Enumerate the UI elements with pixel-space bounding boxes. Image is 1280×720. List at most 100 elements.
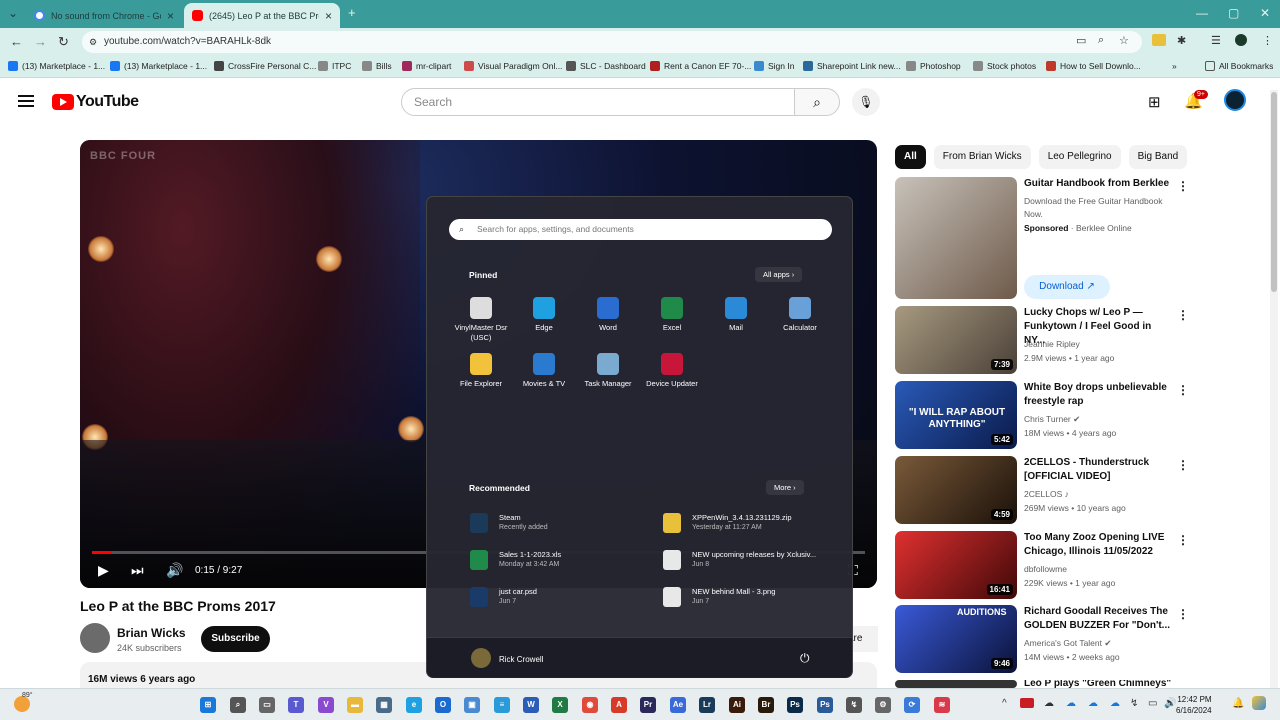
usb-icon[interactable]: ↯	[1130, 698, 1138, 709]
task-view-icon[interactable]: ▭	[259, 697, 275, 713]
excel-icon[interactable]: X	[552, 697, 568, 713]
edge-icon[interactable]: e	[406, 697, 422, 713]
recommended-video[interactable]: Leo P plays "Green Chimneys"	[895, 680, 1195, 688]
menu-icon[interactable]	[18, 95, 34, 107]
create-video-icon[interactable]: ⊞	[1148, 93, 1161, 111]
maximize-button[interactable]: ▢	[1228, 6, 1239, 20]
reload-button[interactable]: ↻	[58, 34, 69, 50]
play-icon[interactable]: ▶	[98, 562, 109, 579]
more-actions-icon[interactable]: ⋮	[1177, 533, 1189, 547]
visual-studio-icon[interactable]: V	[318, 697, 334, 713]
channel-name[interactable]: Jeannie Ripley	[1024, 339, 1174, 349]
bookmark-item[interactable]: CrossFire Personal C...	[214, 61, 316, 71]
volume-icon[interactable]: 🔊	[166, 562, 183, 579]
app-red-icon[interactable]: ≋	[934, 697, 950, 713]
pinned-app[interactable]: Mail	[704, 297, 768, 333]
pinned-app[interactable]: Word	[576, 297, 640, 333]
pinned-app[interactable]: VinylMaster Dsr (USC)	[449, 297, 513, 343]
tab-search-icon[interactable]: ⌄	[8, 6, 18, 20]
network-icon[interactable]: ▭	[1148, 698, 1157, 709]
photoshop-2-icon[interactable]: Ps	[817, 697, 833, 713]
recommended-item[interactable]: NEW behind Mall - 3.png Jun 7	[663, 587, 775, 607]
file-explorer-icon[interactable]: ▬	[347, 697, 363, 713]
more-actions-icon[interactable]: ⋮	[1177, 607, 1189, 621]
bookmark-item[interactable]: Bills	[362, 61, 392, 71]
site-info-icon[interactable]: ⚙	[89, 31, 97, 53]
channel-name[interactable]: dbfollowme	[1024, 564, 1174, 574]
notepad-icon[interactable]: ≡	[494, 697, 510, 713]
video-title[interactable]: 2CELLOS - Thunderstruck [OFFICIAL VIDEO]	[1024, 456, 1174, 484]
start-icon[interactable]: ⊞	[200, 697, 216, 713]
taskbar-clock[interactable]: 12:42 PM 6/16/2024	[1176, 694, 1212, 716]
url-field[interactable]: ⚙ youtube.com/watch?v=BARAHLk-8dk	[82, 31, 1142, 53]
cast-icon[interactable]: ▭	[1076, 34, 1086, 47]
video-thumbnail[interactable]: AUDITIONS 9:46	[895, 605, 1017, 673]
bookmark-item[interactable]: How to Sell Downlo...	[1046, 61, 1141, 71]
usb-icon[interactable]: ↯	[846, 697, 862, 713]
tab-close-icon[interactable]: ×	[325, 9, 332, 23]
more-actions-icon[interactable]: ⋮	[1177, 383, 1189, 397]
recommended-item[interactable]: NEW upcoming releases by Xclusiv... Jun 8	[663, 550, 816, 570]
all-bookmarks-button[interactable]: All Bookmarks	[1205, 61, 1273, 71]
new-tab-button[interactable]: +	[348, 5, 356, 20]
channel-name[interactable]: 2CELLOS ♪	[1024, 489, 1174, 499]
cloud-icon-2[interactable]: ☁	[1110, 698, 1120, 709]
more-actions-icon[interactable]: ⋮	[1177, 179, 1189, 193]
bookmark-item[interactable]: (13) Marketplace - 1...	[110, 61, 207, 71]
zoom-icon[interactable]: ⌕	[1098, 34, 1104, 47]
more-actions-icon[interactable]: ⋮	[1177, 308, 1189, 322]
youtube-logo[interactable]: YouTube	[52, 93, 139, 111]
close-window-button[interactable]: ✕	[1260, 6, 1270, 20]
pinned-app[interactable]: Edge	[512, 297, 576, 333]
illustrator-icon[interactable]: Ai	[729, 697, 745, 713]
search-button[interactable]: ⌕	[794, 88, 840, 116]
minimize-button[interactable]: —	[1196, 6, 1208, 20]
back-button[interactable]: ←	[10, 34, 23, 49]
more-button[interactable]: More ›	[766, 480, 804, 495]
account-avatar[interactable]	[1224, 89, 1246, 111]
channel-name[interactable]: Chris Turner ✔	[1024, 414, 1174, 425]
more-actions-icon[interactable]: ⋮	[1177, 458, 1189, 472]
pinned-app[interactable]: Device Updater	[640, 353, 704, 389]
video-thumbnail[interactable]: 4:59	[895, 456, 1017, 524]
forward-button[interactable]: →	[34, 34, 47, 49]
page-scrollbar[interactable]	[1270, 90, 1278, 690]
voice-search-button[interactable]: 🎙	[852, 88, 880, 116]
onedrive-icon[interactable]: ☁	[1044, 698, 1054, 709]
sync-icon[interactable]: ⟳	[904, 697, 920, 713]
pinned-app[interactable]: File Explorer	[449, 353, 513, 389]
user-name[interactable]: Rick Crowell	[499, 655, 543, 664]
download-button[interactable]: Download ↗	[1024, 275, 1110, 299]
tab-no-sound[interactable]: No sound from Chrome - Goo ×	[26, 3, 182, 28]
chrome-icon[interactable]: ◉	[582, 697, 598, 713]
search-input[interactable]: Search	[401, 88, 795, 116]
subscribe-button[interactable]: Subscribe	[201, 626, 270, 652]
bookmark-item[interactable]: Stock photos	[973, 61, 1036, 71]
video-title[interactable]: White Boy drops unbelievable freestyle r…	[1024, 381, 1174, 409]
photoshop-icon[interactable]: Ps	[787, 697, 803, 713]
video-thumbnail[interactable]: 16:41	[895, 531, 1017, 599]
bookmark-item[interactable]: SLC - Dashboard	[566, 61, 646, 71]
tab-leo-p[interactable]: (2645) Leo P at the BBC Proms ×	[184, 3, 340, 28]
video-thumbnail[interactable]	[895, 680, 1017, 688]
chip-leo-pellegrino[interactable]: Leo Pellegrino	[1038, 145, 1121, 169]
bookmark-item[interactable]: Rent a Canon EF 70-...	[650, 61, 751, 71]
youtube-tray-icon[interactable]	[1020, 698, 1034, 708]
chrome-menu-icon[interactable]: ⋮	[1262, 34, 1273, 47]
teams-icon[interactable]: T	[288, 697, 304, 713]
weather-widget[interactable]: 89°	[14, 692, 33, 714]
onedrive-business-icon[interactable]: ☁	[1066, 698, 1076, 709]
video-title[interactable]: Richard Goodall Receives The GOLDEN BUZZ…	[1024, 605, 1174, 633]
video-title[interactable]: Guitar Handbook from Berklee	[1024, 177, 1174, 191]
channel-avatar[interactable]	[80, 623, 110, 653]
recommended-item[interactable]: just car.psd Jun 7	[470, 587, 537, 607]
video-title[interactable]: Leo P plays "Green Chimneys"	[1024, 680, 1174, 688]
start-search-input[interactable]: ⌕ Search for apps, settings, and documen…	[449, 219, 832, 240]
bookmark-item[interactable]: Visual Paradigm Onl...	[464, 61, 562, 71]
chip-all[interactable]: All	[895, 145, 926, 169]
tab-close-icon[interactable]: ×	[167, 9, 174, 23]
all-apps-button[interactable]: All apps ›	[755, 267, 803, 282]
user-avatar[interactable]	[471, 648, 491, 668]
premiere-icon[interactable]: Pr	[640, 697, 656, 713]
scrollbar-thumb[interactable]	[1271, 92, 1277, 292]
